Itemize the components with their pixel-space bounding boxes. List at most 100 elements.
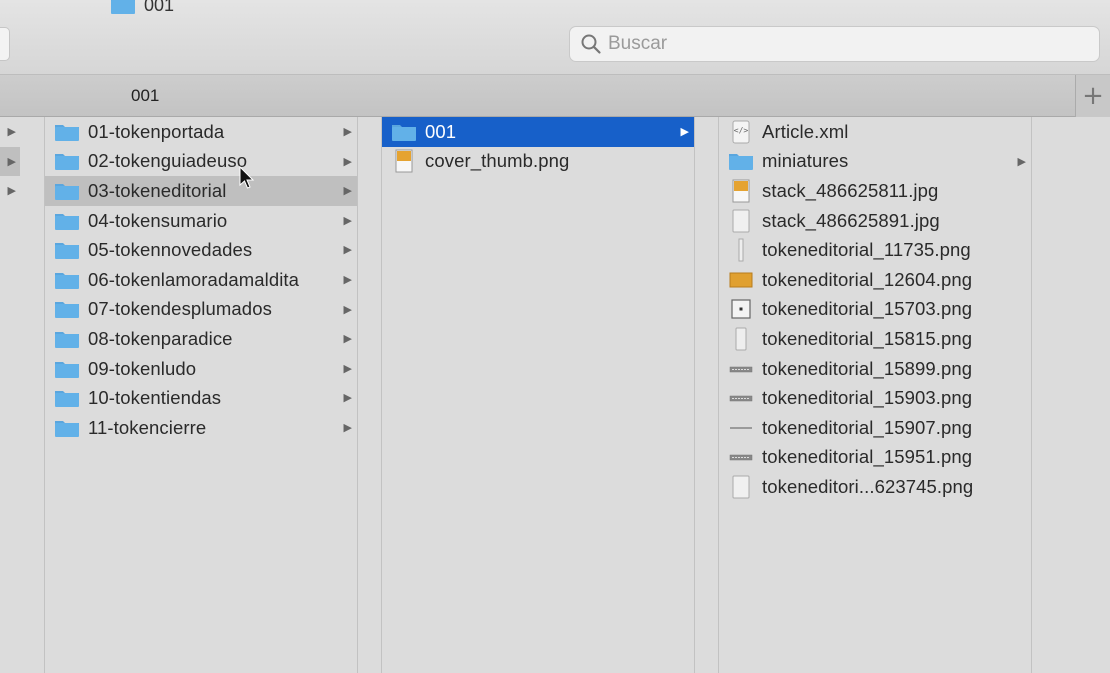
search-icon	[581, 34, 601, 54]
strip-image-icon	[728, 359, 754, 379]
file-row[interactable]: tokeneditorial_12604.png	[719, 265, 1031, 295]
toolbar-control-edge[interactable]	[0, 27, 10, 61]
line-image-icon	[728, 418, 754, 438]
parent-row[interactable]: ▶	[0, 146, 20, 177]
file-row[interactable]: stack_486625891.jpg	[719, 206, 1031, 236]
file-row[interactable]: stack_486625811.jpg	[719, 176, 1031, 206]
item-label: 001	[425, 120, 457, 142]
file-row[interactable]: tokeneditorial_15703.png	[719, 295, 1031, 325]
item-label: cover_thumb.png	[425, 150, 570, 172]
disclosure-arrow-icon: ▶	[343, 125, 352, 138]
item-label: 09-tokenludo	[88, 357, 197, 379]
file-row[interactable]: tokeneditorial_15907.png	[719, 413, 1031, 443]
search-field[interactable]	[569, 26, 1100, 62]
xml-file-icon: </>	[728, 120, 754, 144]
file-row[interactable]: miniatures ▶	[719, 147, 1031, 177]
item-label: 01-tokenportada	[88, 120, 225, 142]
folder-icon	[54, 122, 80, 142]
file-row[interactable]: </> Article.xml	[719, 117, 1031, 147]
tab-bar: 001 +	[0, 75, 1110, 117]
item-label: tokeneditorial_15903.png	[762, 387, 973, 409]
item-label: 08-tokenparadice	[88, 327, 233, 349]
parent-row[interactable]: ▶	[0, 176, 20, 206]
folder-row[interactable]: 08-tokenparadice ▶	[45, 324, 357, 354]
window-toolbar: 001	[0, 0, 1110, 75]
item-label: stack_486625891.jpg	[762, 209, 940, 231]
item-label: 11-tokencierre	[88, 416, 207, 438]
dot-image-icon	[728, 299, 754, 319]
item-label: 10-tokentiendas	[88, 387, 222, 409]
column-sections: 01-tokenportada ▶ 02-tokenguiadeuso ▶ 03-tok…	[44, 117, 358, 673]
folder-row[interactable]: 07-tokendesplumados ▶	[45, 295, 357, 325]
folder-icon	[728, 151, 754, 171]
folder-icon	[54, 388, 80, 408]
strip-image-icon	[728, 447, 754, 467]
disclosure-arrow-icon: ▶	[343, 243, 352, 257]
folder-icon	[54, 240, 80, 260]
folder-row[interactable]: 01-tokenportada ▶	[45, 117, 357, 147]
item-label: tokeneditori...623745.png	[762, 475, 974, 497]
item-label: tokeneditorial_15907.png	[762, 416, 973, 438]
folder-row[interactable]: 04-tokensumario ▶	[45, 206, 357, 236]
disclosure-arrow-icon: ▶	[680, 125, 689, 138]
column-folder-contents: 001 ▶ cover_thumb.png	[381, 117, 695, 673]
item-label: stack_486625811.jpg	[762, 179, 939, 201]
new-tab-button[interactable]: +	[1075, 75, 1110, 117]
folder-row[interactable]: 05-tokennovedades ▶	[45, 235, 357, 265]
disclosure-arrow-icon: ▶	[343, 361, 352, 375]
file-row[interactable]: tokeneditorial_15815.png	[719, 324, 1031, 354]
item-label: tokeneditorial_15899.png	[762, 357, 973, 379]
item-label: tokeneditorial_15815.png	[762, 327, 973, 349]
column-parent-edge: ▶ ▶ ▶	[0, 117, 20, 673]
file-row[interactable]: tokeneditorial_15951.png	[719, 443, 1031, 473]
blank-file-icon	[728, 209, 754, 233]
disclosure-arrow-icon: ▶	[343, 184, 352, 198]
strip-image-icon	[728, 388, 754, 408]
folder-row[interactable]: 03-tokeneditorial ▶	[45, 176, 357, 206]
parent-row[interactable]: ▶	[0, 117, 20, 147]
folder-icon	[54, 359, 80, 379]
mouse-cursor-icon	[239, 166, 255, 189]
file-row[interactable]: 001 ▶	[382, 117, 694, 147]
folder-row[interactable]: 02-tokenguiadeuso ▶	[45, 147, 357, 177]
item-label: 03-tokeneditorial	[88, 179, 227, 201]
item-label: 02-tokenguiadeuso	[88, 150, 248, 172]
folder-icon	[391, 122, 417, 142]
column-browser: ▶ ▶ ▶ 01-tokenportada ▶ 02-tokenguiadeuso ▶…	[0, 117, 1110, 673]
item-label: miniatures	[762, 150, 849, 172]
disclosure-arrow-icon: ▶	[343, 213, 352, 227]
disclosure-arrow-icon: ▶	[343, 420, 352, 434]
file-row[interactable]: cover_thumb.png	[382, 147, 694, 177]
folder-row[interactable]: 09-tokenludo ▶	[45, 354, 357, 384]
disclosure-arrow-icon: ▶	[343, 154, 352, 168]
file-row[interactable]: tokeneditorial_15903.png	[719, 383, 1031, 413]
folder-row[interactable]: 11-tokencierre ▶	[45, 413, 357, 443]
folder-icon	[54, 151, 80, 171]
file-row[interactable]: tokeneditorial_15899.png	[719, 354, 1031, 384]
item-label: tokeneditorial_15951.png	[762, 446, 973, 468]
tab-current[interactable]: 001	[131, 86, 159, 106]
thin-image-icon	[728, 238, 754, 262]
disclosure-arrow-icon: ▶	[1017, 154, 1026, 168]
disclosure-arrow-icon: ▶	[343, 272, 352, 286]
disclosure-arrow-icon: ▶	[343, 332, 352, 346]
file-row[interactable]: tokeneditorial_11735.png	[719, 235, 1031, 265]
disclosure-arrow-icon: ▶	[343, 302, 352, 316]
item-label: tokeneditorial_12604.png	[762, 268, 973, 290]
folder-icon	[54, 329, 80, 349]
svg-text:</>: </>	[734, 126, 749, 135]
item-label: 04-tokensumario	[88, 209, 228, 231]
image-file-icon	[728, 179, 754, 203]
column-files: </> Article.xml miniatures ▶ stack_486625811…	[718, 117, 1032, 673]
window-title-label: 001	[144, 0, 175, 15]
folder-row[interactable]: 06-tokenlamoradamaldita ▶	[45, 265, 357, 295]
folder-icon	[111, 0, 135, 14]
folder-row[interactable]: 10-tokentiendas ▶	[45, 383, 357, 413]
wide-image-icon	[728, 270, 754, 290]
folder-icon	[54, 270, 80, 290]
search-input[interactable]	[608, 33, 1068, 55]
window-title[interactable]: 001	[110, 0, 174, 16]
file-row[interactable]: tokeneditori...623745.png	[719, 472, 1031, 502]
disclosure-arrow-icon: ▶	[7, 154, 16, 168]
item-label: Article.xml	[762, 120, 849, 142]
